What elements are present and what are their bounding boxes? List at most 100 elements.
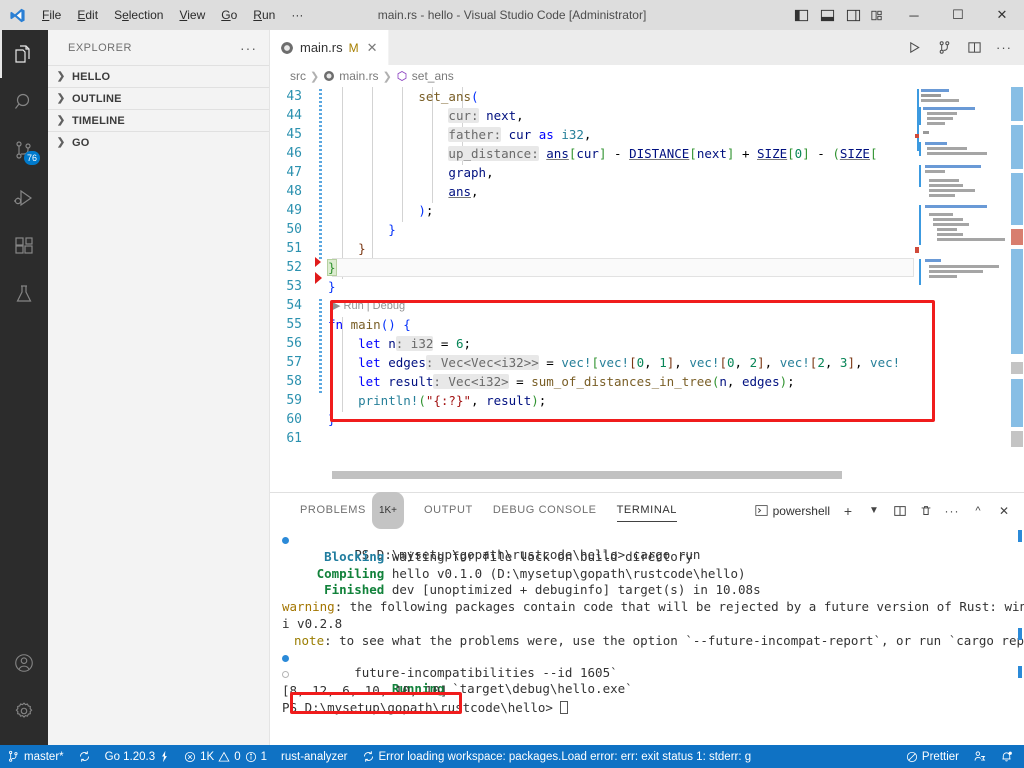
- chevron-right-icon: ❯: [310, 70, 320, 83]
- close-panel-icon[interactable]: ✕: [992, 498, 1016, 524]
- sidebar-section-timeline[interactable]: ❯ TIMELINE: [48, 109, 269, 131]
- activity-bar: 76: [0, 30, 48, 745]
- new-terminal-icon[interactable]: +: [836, 498, 860, 524]
- window-close-button[interactable]: ✕: [980, 0, 1024, 30]
- toggle-primary-sidebar-icon[interactable]: [788, 0, 814, 30]
- panel-tab-output[interactable]: OUTPUT: [414, 493, 483, 528]
- breadcrumb-item-src[interactable]: src: [290, 69, 306, 83]
- sidebar-section-go[interactable]: ❯ GO: [48, 131, 269, 153]
- status-prettier[interactable]: Prettier: [899, 745, 966, 768]
- sync-icon: [363, 751, 373, 762]
- sidebar-section-outline[interactable]: ❯ OUTLINE: [48, 87, 269, 109]
- menu-bar: File Edit Selection View Go Run ···: [34, 0, 311, 30]
- line-content: }: [327, 259, 337, 276]
- line-content: cur: next,: [448, 108, 524, 123]
- code-editor[interactable]: 43 set_ans( 44 cur: next, 45 father: cur…: [270, 87, 1024, 479]
- terminal-line: PS D:\mysetup\gopath\rustcode\hello> car…: [282, 532, 1016, 562]
- program-output: [8, 12, 6, 10, 10, 10]: [282, 683, 448, 699]
- menu-view[interactable]: View: [171, 0, 213, 30]
- terminal-line: Compiling hello v0.1.0 (D:\mysetup\gopat…: [316, 565, 746, 581]
- menu-edit[interactable]: Edit: [69, 0, 106, 30]
- prompt-text: PS D:\mysetup\gopath\rustcode\hello>: [282, 699, 561, 715]
- code-line: 57 let edges: Vec<Vec<i32>> = vec![vec![…: [270, 353, 1024, 372]
- info-icon: [245, 751, 256, 762]
- window-minimize-button[interactable]: ─: [892, 0, 936, 30]
- editor-horizontal-scrollbar[interactable]: [332, 469, 1024, 479]
- code-line: 59 println!("{:?}", result);: [270, 391, 1024, 410]
- panel-tab-terminal[interactable]: TERMINAL: [607, 493, 687, 528]
- minimap[interactable]: [915, 87, 1010, 479]
- terminal-shell-label: powershell: [772, 503, 830, 518]
- split-editor-icon[interactable]: [960, 30, 988, 65]
- line-number: 43: [286, 89, 302, 104]
- sidebar: EXPLORER ··· ❯ HELLO ❯ OUTLINE ❯ TIMELIN…: [48, 30, 270, 745]
- panel-tab-problems[interactable]: PROBLEMS 1K+: [290, 492, 414, 529]
- terminal-shell-selector[interactable]: powershell: [755, 504, 834, 518]
- line-number: 54: [286, 298, 302, 313]
- codelens-run-debug[interactable]: ▶ Run | Debug: [332, 298, 405, 314]
- toggle-secondary-sidebar-icon[interactable]: [840, 0, 866, 30]
- sidebar-section-hello[interactable]: ❯ HELLO: [48, 65, 269, 87]
- line-content: );: [418, 203, 434, 218]
- menu-go[interactable]: Go: [213, 0, 245, 30]
- maximize-panel-icon[interactable]: ^: [966, 498, 990, 524]
- editor-tab-close-icon[interactable]: ✕: [367, 40, 378, 56]
- status-feedback[interactable]: [966, 745, 993, 768]
- editor-tab-main-rs[interactable]: main.rs M ✕: [270, 30, 389, 65]
- status-problems[interactable]: 1K 0 1: [177, 745, 274, 768]
- activitybar-item-source-control[interactable]: 76: [0, 126, 48, 174]
- status-bar-left: master* Go 1.20.3 1K 0 1 rust-analyzer E…: [0, 745, 758, 768]
- status-sync[interactable]: [71, 745, 98, 768]
- panel-tab-bar: PROBLEMS 1K+ OUTPUT DEBUG CONSOLE TERMIN…: [270, 492, 1024, 529]
- code-line: 44 cur: next,: [270, 106, 1024, 125]
- line-content: }: [388, 222, 396, 237]
- terminal-prompt[interactable]: PS D:\mysetup\gopath\rustcode\hello>: [282, 700, 1016, 717]
- activitybar-item-explorer[interactable]: [0, 30, 48, 78]
- terminal-output[interactable]: PS D:\mysetup\gopath\rustcode\hello> car…: [270, 528, 1024, 745]
- sidebar-section-label: OUTLINE: [72, 92, 122, 105]
- terminal-dropdown-icon[interactable]: ▼: [862, 498, 886, 524]
- activitybar-item-extensions[interactable]: [0, 222, 48, 270]
- activitybar-item-manage-settings[interactable]: [0, 687, 48, 735]
- split-terminal-icon[interactable]: [888, 498, 912, 524]
- menu-selection[interactable]: Selection: [106, 0, 171, 30]
- terminal-line: Blocking waiting for file lock on build …: [324, 548, 693, 564]
- warning-count: 0: [234, 750, 241, 763]
- activitybar-item-testing[interactable]: [0, 270, 48, 318]
- editor-actions: ···: [900, 30, 1024, 65]
- status-go-version[interactable]: Go 1.20.3: [98, 745, 178, 768]
- menu-more[interactable]: ···: [283, 0, 311, 30]
- kill-terminal-icon[interactable]: [914, 498, 938, 524]
- activitybar-item-accounts[interactable]: [0, 639, 48, 687]
- editor-scrollbar[interactable]: [1010, 87, 1024, 479]
- line-number: 60: [286, 412, 302, 427]
- panel-tab-label: OUTPUT: [424, 504, 473, 516]
- run-code-icon[interactable]: [900, 30, 928, 65]
- terminal-line: note: to see what the problems were, use…: [294, 632, 1024, 648]
- status-rust-analyzer[interactable]: rust-analyzer: [274, 745, 354, 768]
- activitybar-item-run-and-debug[interactable]: [0, 174, 48, 222]
- toggle-panel-icon[interactable]: [814, 0, 840, 30]
- panel-more-actions-icon[interactable]: ···: [940, 498, 964, 524]
- line-number: 55: [286, 317, 302, 332]
- info-count: 1: [260, 750, 268, 763]
- sidebar-more-actions-icon[interactable]: ···: [240, 40, 257, 56]
- line-content: graph,: [448, 165, 494, 180]
- menu-file[interactable]: File: [34, 0, 69, 30]
- terminal-line: i v0.2.8: [282, 615, 343, 631]
- scrollbar-thumb[interactable]: [332, 471, 842, 479]
- breadcrumb-item-set-ans[interactable]: set_ans: [396, 69, 454, 83]
- status-workspace-error[interactable]: Error loading workspace: packages.Load e…: [355, 745, 759, 768]
- status-branch[interactable]: master*: [0, 745, 71, 768]
- panel-tab-debug-console[interactable]: DEBUG CONSOLE: [483, 493, 607, 528]
- activitybar-item-search[interactable]: [0, 78, 48, 126]
- editor-more-actions-icon[interactable]: ···: [990, 30, 1018, 65]
- code-line: 53 }: [270, 277, 1024, 296]
- line-number: 49: [286, 203, 302, 218]
- customize-layout-icon[interactable]: [866, 0, 892, 30]
- breadcrumb-item-main-rs[interactable]: main.rs: [323, 69, 379, 83]
- menu-run[interactable]: Run: [245, 0, 283, 30]
- run-and-debug-icon[interactable]: [930, 30, 958, 65]
- status-notifications[interactable]: [993, 745, 1020, 768]
- window-maximize-button[interactable]: ☐: [936, 0, 980, 30]
